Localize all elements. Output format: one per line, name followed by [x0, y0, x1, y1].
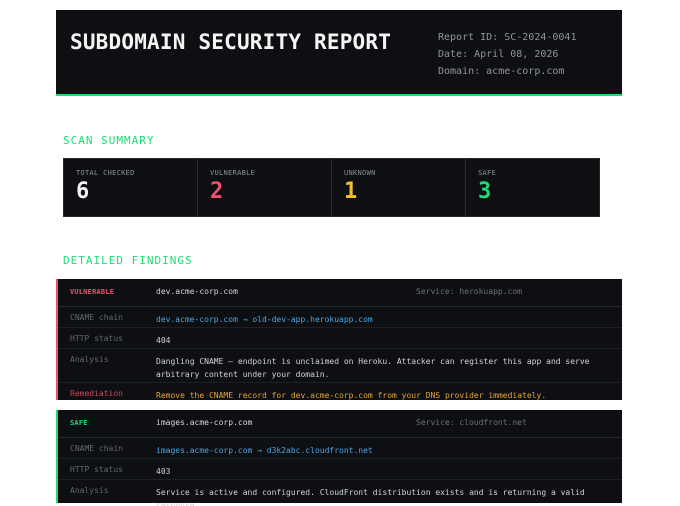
remediation-value: Remove the CNAME record for dev.acme-cor… [156, 391, 547, 400]
report-title: SUBDOMAIN SECURITY REPORT [70, 30, 392, 54]
stat-value: 1 [344, 179, 358, 204]
analysis-row: Analysis Dangling CNAME — endpoint is un… [58, 349, 622, 383]
stat-label: VULNERABLE [210, 169, 256, 177]
status-badge: VULNERABLE [70, 288, 115, 296]
stat-label: SAFE [478, 169, 497, 177]
finding-card-safe: SAFE images.acme-corp.com Service: cloud… [56, 410, 622, 506]
stat-unknown: UNKNOWN 1 [332, 159, 466, 216]
remediation-row: Remediation Remove the CNAME record for … [58, 383, 622, 403]
cname-chain-value: dev.acme-corp.com → old-dev-app.herokuap… [156, 315, 373, 324]
http-status-value: 404 [156, 336, 171, 345]
scan-summary: TOTAL CHECKED 6 VULNERABLE 2 UNKNOWN 1 S… [63, 158, 600, 217]
row-label: HTTP status [70, 465, 123, 474]
finding-card-vulnerable: VULNERABLE dev.acme-corp.com Service: he… [56, 279, 622, 400]
http-row: HTTP status 403 [58, 459, 622, 480]
detailed-findings-title: DETAILED FINDINGS [63, 254, 193, 267]
scan-summary-title: SCAN SUMMARY [63, 134, 155, 147]
stat-value: 3 [478, 179, 492, 204]
report-header: SUBDOMAIN SECURITY REPORT Report ID: SC-… [56, 10, 622, 96]
report-date: Date: April 08, 2026 [438, 49, 559, 60]
finding-service: Service: cloudfront.net [416, 418, 527, 427]
report-meta: Report ID: SC-2024-0041 Date: April 08, … [438, 29, 576, 80]
finding-header: VULNERABLE dev.acme-corp.com Service: he… [58, 279, 622, 307]
row-label: CNAME chain [70, 313, 123, 322]
stat-label: UNKNOWN [344, 169, 376, 177]
analysis-value: Dangling CNAME — endpoint is unclaimed o… [156, 357, 590, 379]
row-label: CNAME chain [70, 444, 123, 453]
stat-vulnerable: VULNERABLE 2 [198, 159, 332, 216]
finding-domain: dev.acme-corp.com [156, 287, 238, 296]
row-label: Analysis [70, 355, 109, 364]
analysis-value: Service is active and configured. CloudF… [156, 488, 585, 506]
report-domain: Domain: acme-corp.com [438, 66, 565, 77]
http-row: HTTP status 404 [58, 328, 622, 349]
stat-safe: SAFE 3 [466, 159, 599, 216]
stat-label: TOTAL CHECKED [76, 169, 135, 177]
row-label: HTTP status [70, 334, 123, 343]
cname-row: CNAME chain dev.acme-corp.com → old-dev-… [58, 307, 622, 328]
http-status-value: 403 [156, 467, 171, 476]
cname-chain-value: images.acme-corp.com → d3k2abc.cloudfron… [156, 446, 373, 455]
stat-value: 2 [210, 179, 224, 204]
stat-value: 6 [76, 179, 90, 204]
finding-service: Service: herokuapp.com [416, 287, 522, 296]
finding-domain: images.acme-corp.com [156, 418, 253, 427]
report-id: Report ID: SC-2024-0041 [438, 32, 577, 43]
row-label: Analysis [70, 486, 109, 495]
status-badge: SAFE [70, 419, 88, 427]
stat-total-checked: TOTAL CHECKED 6 [64, 159, 198, 216]
row-label: Remediation [70, 389, 123, 398]
cname-row: CNAME chain images.acme-corp.com → d3k2a… [58, 438, 622, 459]
finding-header: SAFE images.acme-corp.com Service: cloud… [58, 410, 622, 438]
analysis-row: Analysis Service is active and configure… [58, 480, 622, 506]
